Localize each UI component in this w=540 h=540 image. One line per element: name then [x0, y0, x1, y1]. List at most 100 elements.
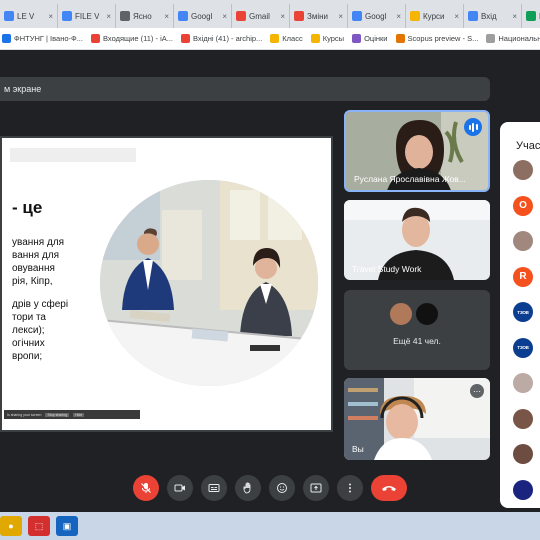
- speaking-indicator-icon: [464, 118, 482, 136]
- bookmark-item[interactable]: Оцінки: [352, 34, 388, 43]
- more-button[interactable]: [337, 475, 363, 501]
- bookmark-item[interactable]: Курсы: [310, 34, 344, 43]
- stop-sharing-button[interactable]: Stop sharing: [45, 412, 70, 417]
- captions-button[interactable]: [201, 475, 227, 501]
- close-tab-icon[interactable]: ×: [454, 12, 459, 21]
- screen-share-toolbar-text: Is sharing your screen: [7, 412, 42, 417]
- slide-body-line: огічних: [12, 338, 45, 349]
- browser-tab[interactable]: Вхід ×: [464, 4, 522, 28]
- participant-avatar[interactable]: [513, 444, 533, 464]
- bookmark-favicon-icon: [395, 34, 405, 43]
- participants-panel: Учас O R ТЗОВ ТЗОВ: [500, 122, 540, 508]
- participant-name: Travel Study Work: [352, 264, 422, 274]
- participant-name: Вы: [352, 444, 364, 454]
- participant-avatar[interactable]: [513, 479, 533, 500]
- tab-favicon-icon: [294, 11, 304, 21]
- tab-label: Gmail: [249, 11, 270, 21]
- browser-tab[interactable]: LE V ×: [0, 4, 58, 28]
- tab-label: LE V: [17, 11, 35, 21]
- microphone-off-button[interactable]: [133, 475, 159, 501]
- tab-favicon-icon: [178, 11, 188, 21]
- bookmark-item[interactable]: Национальное аге: [486, 34, 540, 43]
- camera-button[interactable]: [167, 475, 193, 501]
- slide-body-line: рія, Кіпр,: [12, 276, 53, 287]
- bookmark-item[interactable]: Вхідні (41) - archip...: [181, 34, 262, 43]
- bookmark-favicon-icon: [90, 34, 100, 43]
- tab-favicon-icon: [468, 11, 478, 21]
- bookmark-favicon-icon: [352, 34, 362, 43]
- participant-avatar[interactable]: [513, 408, 533, 429]
- mic-off-icon: [141, 483, 151, 493]
- others-avatars: [389, 302, 439, 326]
- browser-tab[interactable]: KATA×: [522, 4, 540, 28]
- participant-avatar[interactable]: ТЗОВ: [513, 302, 533, 322]
- browser-tab[interactable]: Gmail ×: [232, 4, 290, 28]
- participant-avatar[interactable]: O: [513, 195, 533, 216]
- bookmark-favicon-icon: [181, 34, 190, 43]
- close-tab-icon[interactable]: ×: [164, 12, 169, 21]
- others-count-label: Ещё 41 чел.: [393, 336, 441, 346]
- image-viewer-icon[interactable]: ▣: [56, 516, 78, 536]
- hide-button[interactable]: Hide: [73, 412, 85, 417]
- participant-avatar[interactable]: R: [513, 266, 533, 287]
- slide-body-line: вання для: [12, 250, 60, 261]
- self-video-illustration: [344, 378, 490, 460]
- avatar: [415, 302, 439, 326]
- bookmark-favicon-icon: [486, 34, 496, 43]
- participant-avatar[interactable]: [513, 160, 533, 180]
- tab-favicon-icon: [526, 11, 536, 21]
- users-icon[interactable]: ●: [0, 516, 22, 536]
- bookmark-label: Оцінки: [364, 34, 388, 43]
- browser-tab-strip: LE V × FILE V × Ясно × Googl × Gmail × Зміни × Googl…: [0, 0, 540, 28]
- call-controls: [0, 466, 540, 510]
- pdf-icon[interactable]: ⬚: [28, 516, 50, 536]
- screen-share-toolbar: Is sharing your screen Stop sharing Hide: [4, 410, 140, 419]
- close-tab-icon[interactable]: ×: [280, 12, 285, 21]
- bookmark-label: Вхідні (41) - archip...: [193, 34, 263, 43]
- more-options-icon[interactable]: ⋯: [470, 384, 484, 398]
- slide-body-line: ування для: [12, 237, 65, 248]
- close-tab-icon[interactable]: ×: [512, 12, 517, 21]
- bookmark-label: Входящие (11) - iA...: [102, 34, 173, 43]
- browser-tab[interactable]: Курси ×: [406, 4, 464, 28]
- browser-tab[interactable]: Ясно ×: [116, 4, 174, 28]
- tab-favicon-icon: [4, 11, 14, 21]
- browser-tab[interactable]: Googl ×: [348, 4, 406, 28]
- participant-avatar[interactable]: [513, 373, 533, 393]
- emoji-button[interactable]: [269, 475, 295, 501]
- os-taskbar: ● ⬚ ▣: [0, 512, 540, 540]
- close-tab-icon[interactable]: ×: [396, 12, 401, 21]
- raise-hand-button[interactable]: [235, 475, 261, 501]
- slide-body-line: тори та: [12, 312, 46, 323]
- tab-favicon-icon: [236, 11, 246, 21]
- close-tab-icon[interactable]: ×: [338, 12, 343, 21]
- browser-tab[interactable]: Зміни ×: [290, 4, 348, 28]
- slide-body-line: дрів у сфері: [12, 299, 69, 310]
- phone-icon: [382, 486, 396, 491]
- tab-label: Вхід: [481, 11, 497, 21]
- shared-slide: - це ування для вання для овування рія, Кіп…: [0, 136, 333, 432]
- bookmark-item[interactable]: Scopus preview - S...: [395, 34, 478, 43]
- participant-tile[interactable]: Travel Study Work: [344, 200, 490, 280]
- browser-tab[interactable]: Googl ×: [174, 4, 232, 28]
- present-button[interactable]: [303, 475, 329, 501]
- bookmark-item[interactable]: Класс: [270, 34, 303, 43]
- hand-icon: [243, 482, 251, 494]
- close-tab-icon[interactable]: ×: [48, 12, 53, 21]
- participant-avatar[interactable]: ТЗОВ: [513, 337, 533, 358]
- close-tab-icon[interactable]: ×: [106, 12, 111, 21]
- slide-photo: [100, 180, 318, 386]
- slide-body-line: вропи;: [12, 351, 43, 362]
- browser-tab[interactable]: FILE V ×: [58, 4, 116, 28]
- participant-tile-speaker[interactable]: Руслана Ярославівна Жов...: [344, 110, 490, 192]
- bookmark-item[interactable]: Входящие (11) - iA...: [90, 34, 173, 43]
- self-tile[interactable]: ⋯ Вы: [344, 378, 490, 460]
- participants-list: O R ТЗОВ ТЗОВ: [513, 160, 533, 508]
- close-tab-icon[interactable]: ×: [222, 12, 227, 21]
- tab-label: Зміни: [307, 11, 328, 21]
- participant-name: Руслана Ярославівна Жов...: [354, 174, 466, 184]
- hang-up-button[interactable]: [371, 475, 407, 501]
- bookmark-item[interactable]: ФНТУНГ | Івано-Ф...: [2, 34, 83, 43]
- participant-avatar[interactable]: [513, 231, 533, 251]
- others-tile[interactable]: Ещё 41 чел.: [344, 290, 490, 370]
